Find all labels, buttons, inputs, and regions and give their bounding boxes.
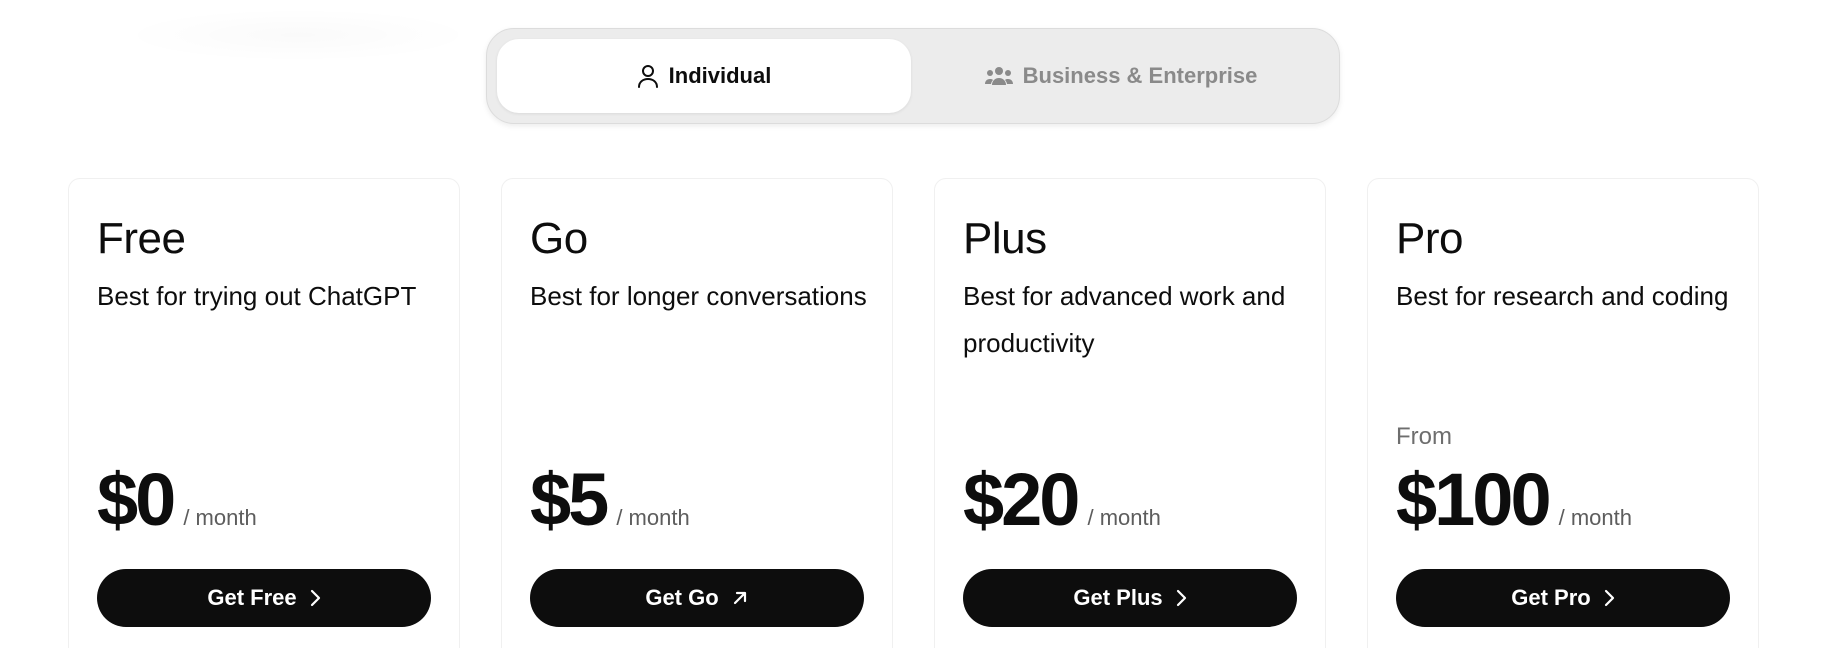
plan-period: / month [1087,505,1161,530]
get-go-button[interactable]: Get Go [530,569,864,627]
get-free-button[interactable]: Get Free [97,569,431,627]
price-row: $0 / month [97,463,257,537]
tab-business-label: Business & Enterprise [1022,63,1258,88]
plan-card-pro: Pro Best for research and coding From $1… [1367,178,1759,648]
plan-name: Plus [963,214,1047,263]
plan-name: Free [97,214,186,263]
plan-price: $0 [97,458,176,541]
price-prefix: From [1396,423,1452,450]
plan-card-go: Go Best for longer conversations $5 / mo… [501,178,893,648]
pricing-page: Individual Business & Enterprise Free Be… [0,0,1827,648]
plan-price: $5 [530,458,609,541]
get-plus-button[interactable]: Get Plus [963,569,1297,627]
people-group-icon [984,66,1013,86]
plan-card-plus: Plus Best for advanced work and producti… [934,178,1326,648]
plan-name: Pro [1396,214,1463,263]
chevron-right-icon [1603,589,1615,607]
faded-logo [118,8,478,62]
plan-description: Best for longer conversations [530,281,867,311]
price-row: $20 / month [963,463,1161,537]
plan-price: $20 [963,458,1080,541]
plan-type-toggle: Individual Business & Enterprise [486,28,1340,124]
tab-individual[interactable]: Individual [497,39,911,113]
arrow-up-right-icon [731,589,749,607]
plan-description: Best for research and coding [1396,281,1729,311]
cta-label: Get Go [645,585,719,610]
price-row: $100 / month [1396,463,1632,537]
plan-period: / month [1558,505,1632,530]
plan-price: $100 [1396,458,1552,541]
tab-individual-label: Individual [668,63,772,88]
plan-name: Go [530,214,588,263]
price-row: $5 / month [530,463,690,537]
chevron-right-icon [309,589,321,607]
cta-label: Get Plus [1073,585,1163,610]
chevron-right-icon [1175,589,1187,607]
plan-description: Best for trying out ChatGPT [97,281,417,311]
plan-description: Best for advanced work and productivity [963,281,1286,358]
get-pro-button[interactable]: Get Pro [1396,569,1730,627]
cta-label: Get Free [207,585,297,610]
person-icon [637,64,659,88]
cta-label: Get Pro [1511,585,1591,610]
plan-period: / month [183,505,257,530]
tab-business-enterprise[interactable]: Business & Enterprise [911,39,1331,113]
plan-card-free: Free Best for trying out ChatGPT $0 / mo… [68,178,460,648]
plan-period: / month [616,505,690,530]
